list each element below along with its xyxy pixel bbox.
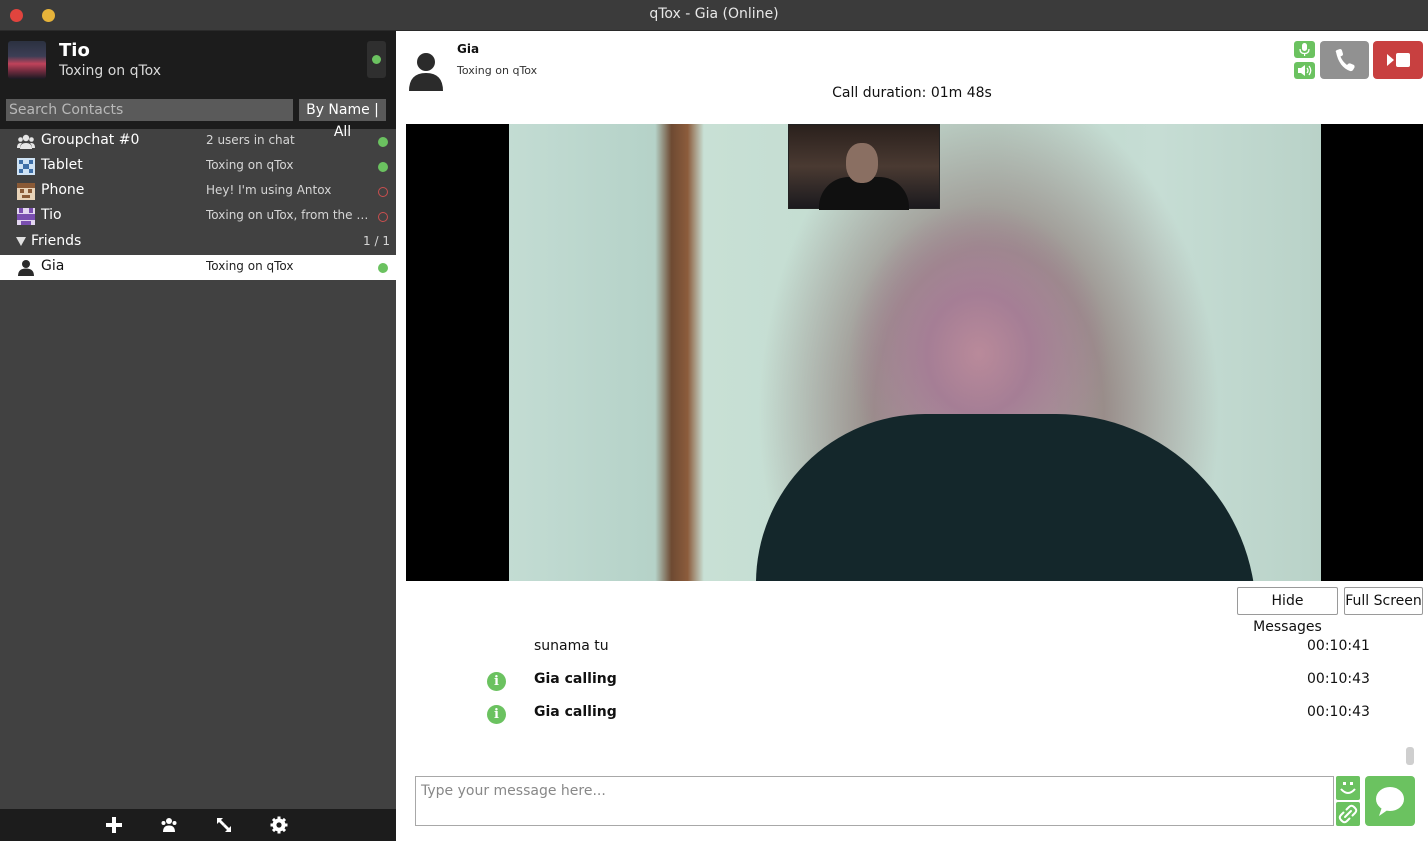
info-icon: i <box>487 672 506 691</box>
speaker-button[interactable] <box>1294 62 1315 79</box>
video-area[interactable] <box>406 124 1423 581</box>
full-screen-button[interactable]: Full Screen <box>1344 587 1423 615</box>
info-icon: i <box>487 705 506 724</box>
volume-icon <box>1298 65 1312 76</box>
offline-status-icon <box>378 212 388 222</box>
remote-video-figure <box>756 414 1256 581</box>
contact-name: Tablet <box>41 157 83 173</box>
window-title: qTox - Gia (Online) <box>649 6 779 22</box>
chat-contact-name: Gia <box>457 42 480 56</box>
group-icon <box>17 134 35 149</box>
settings-icon[interactable] <box>269 815 289 835</box>
smiley-icon <box>1340 782 1356 794</box>
microphone-button[interactable] <box>1294 41 1315 58</box>
microphone-icon <box>1299 43 1310 56</box>
friends-group-header[interactable]: Friends 1 / 1 <box>0 230 396 255</box>
chat-contact-status: Toxing on qTox <box>457 64 538 77</box>
sidebar-bottom-bar <box>0 809 396 841</box>
sidebar: Tio Toxing on qTox By Name | All Groupch… <box>0 31 396 841</box>
contact-phone[interactable]: Phone Hey! I'm using Antox <box>0 179 396 204</box>
chat-scrollbar-handle[interactable] <box>1406 747 1414 765</box>
hide-messages-button[interactable]: Hide Messages <box>1237 587 1338 635</box>
friends-group-count: 1 / 1 <box>363 234 390 248</box>
status-selector-button[interactable] <box>367 41 386 78</box>
message-time: 00:10:43 <box>1307 671 1370 687</box>
emoji-button[interactable] <box>1336 776 1360 800</box>
video-camera-icon <box>1387 53 1410 67</box>
profile-status[interactable]: Toxing on qTox <box>59 63 161 79</box>
chat-header: Gia Toxing on qTox Call duration: 01m 48… <box>396 31 1428 121</box>
message-text: Gia calling <box>534 671 617 687</box>
identicon-icon <box>17 208 35 225</box>
identicon-icon <box>17 183 35 200</box>
online-status-icon <box>372 55 381 64</box>
message-row: i Gia calling 00:10:43 <box>396 701 1428 725</box>
contact-filter-button[interactable]: By Name | All <box>299 99 386 140</box>
contact-gia[interactable]: Gia Toxing on qTox <box>0 255 396 280</box>
call-duration: Call duration: 01m 48s <box>832 85 992 101</box>
message-time: 00:10:41 <box>1307 638 1370 654</box>
user-icon <box>18 260 34 276</box>
offline-status-icon <box>378 187 388 197</box>
identicon-icon <box>17 158 35 175</box>
online-status-icon <box>378 263 388 273</box>
title-bar: qTox - Gia (Online) <box>0 0 1428 31</box>
contact-tablet[interactable]: Tablet Toxing on qTox <box>0 154 396 179</box>
contact-groupchat[interactable]: Groupchat #0 2 users in chat <box>0 129 396 154</box>
attach-file-button[interactable] <box>1336 802 1360 826</box>
transfer-icon[interactable] <box>214 815 234 835</box>
groupchat-icon[interactable] <box>159 815 179 835</box>
contact-name: Gia <box>41 258 65 274</box>
remote-video-stream <box>509 124 1321 581</box>
paperclip-icon <box>1338 804 1358 824</box>
contact-status: Toxing on qTox <box>206 259 294 273</box>
message-row: i Gia calling 00:10:43 <box>396 668 1428 692</box>
online-status-icon <box>378 162 388 172</box>
profile-name[interactable]: Tio <box>59 40 90 61</box>
search-row: By Name | All <box>0 97 396 140</box>
message-input[interactable] <box>415 776 1334 826</box>
search-contacts-input[interactable] <box>6 99 293 121</box>
call-button[interactable] <box>1320 41 1369 79</box>
profile-panel: Tio Toxing on qTox <box>0 31 396 97</box>
phone-icon <box>1335 49 1355 72</box>
contact-status: Toxing on qTox <box>206 158 294 172</box>
video-call-button[interactable] <box>1373 41 1423 79</box>
contact-name: Groupchat #0 <box>41 132 140 148</box>
self-video-figure-face <box>846 143 878 183</box>
send-message-button[interactable] <box>1365 776 1415 826</box>
message-text: Gia calling <box>534 704 617 720</box>
collapse-arrow-icon <box>16 237 26 246</box>
message-time: 00:10:43 <box>1307 704 1370 720</box>
contact-name: Phone <box>41 182 85 198</box>
add-icon[interactable] <box>104 815 124 835</box>
contact-status: Hey! I'm using Antox <box>206 183 332 197</box>
self-video-preview[interactable] <box>788 124 940 210</box>
friends-group-label: Friends <box>31 233 82 249</box>
profile-avatar[interactable] <box>8 41 46 79</box>
message-row: sunama tu 00:10:41 <box>396 635 1428 659</box>
contact-tio[interactable]: Tio Toxing on uTox, from the fu... <box>0 204 396 229</box>
online-status-icon <box>378 137 388 147</box>
chat-panel: Gia Toxing on qTox Call duration: 01m 48… <box>396 31 1428 841</box>
speech-bubble-icon <box>1376 787 1404 816</box>
contact-name: Tio <box>41 207 62 223</box>
message-text: sunama tu <box>534 638 609 654</box>
contact-status: 2 users in chat <box>206 133 295 147</box>
contact-status: Toxing on uTox, from the fu... <box>206 208 371 222</box>
